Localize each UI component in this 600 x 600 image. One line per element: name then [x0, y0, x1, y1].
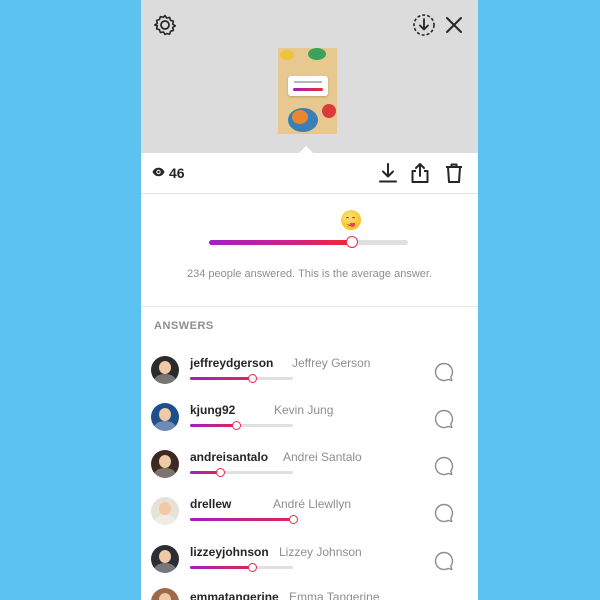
answer-summary-text: 234 people answered. This is the average…: [186, 268, 432, 280]
thumb-decoration: [308, 48, 326, 60]
eye-icon: [152, 167, 165, 177]
full-name: Jeffrey Gerson: [292, 356, 371, 370]
average-slider-fill: [209, 240, 353, 245]
stats-bar: 46: [141, 153, 478, 194]
answer-slider-track: [190, 421, 293, 430]
trash-icon: [446, 163, 462, 183]
slider-summary: 234 people answered. This is the average…: [141, 194, 478, 307]
average-slider-track: [209, 236, 408, 248]
answer-slider-knob: [247, 374, 257, 383]
message-bubble-icon: [434, 551, 454, 571]
reply-button[interactable]: [433, 361, 455, 383]
answer-row[interactable]: emmatangerine Emma Tangerine: [141, 588, 478, 600]
full-name: André Llewllyn: [273, 497, 352, 511]
full-name: Lizzey Johnson: [279, 545, 362, 559]
answer-slider-track: [190, 515, 298, 524]
answer-slider-track: [190, 374, 293, 383]
answer-row[interactable]: kjung92 Kevin Jung: [141, 400, 478, 446]
story-thumbnail[interactable]: [278, 48, 337, 134]
answer-slider-fill: [190, 518, 293, 521]
answer-slider-knob: [289, 515, 298, 524]
thumb-decoration: [280, 50, 294, 60]
thumb-sticker-bar: [293, 88, 323, 91]
message-bubble-icon: [434, 409, 454, 429]
delete-button[interactable]: [443, 162, 465, 184]
view-count[interactable]: 46: [169, 165, 185, 181]
username[interactable]: kjung92: [190, 403, 235, 417]
story-preview-area: [141, 0, 478, 154]
average-slider-knob: [346, 236, 359, 248]
thumb-sticker-text: [294, 81, 322, 83]
answer-slider-knob: [232, 421, 242, 430]
avatar[interactable]: [151, 356, 179, 384]
answer-row[interactable]: andreisantalo Andrei Santalo: [141, 447, 478, 493]
full-name: Andrei Santalo: [283, 450, 362, 464]
answer-slider-fill: [190, 566, 252, 569]
full-name: Kevin Jung: [274, 403, 334, 417]
answer-slider-fill: [190, 377, 252, 380]
download-story-button[interactable]: [412, 13, 436, 37]
answer-slider-knob: [215, 468, 225, 477]
thumb-slider-sticker: [288, 76, 328, 96]
answer-row[interactable]: drellew André Llewllyn: [141, 494, 478, 540]
download-icon: [379, 163, 397, 183]
reply-button[interactable]: [433, 455, 455, 477]
message-bubble-icon: [434, 456, 454, 476]
answers-header: ANSWERS: [154, 320, 214, 332]
settings-button[interactable]: [153, 13, 177, 37]
answer-row[interactable]: jeffreydgerson Jeffrey Gerson: [141, 353, 478, 399]
save-button[interactable]: [377, 162, 399, 184]
username[interactable]: emmatangerine: [190, 590, 279, 600]
full-name: Emma Tangerine: [289, 590, 380, 600]
face-savoring-icon: [341, 210, 361, 230]
avatar[interactable]: [151, 545, 179, 573]
share-button[interactable]: [409, 162, 431, 184]
gear-icon: [153, 14, 177, 36]
answer-slider-knob: [247, 563, 257, 572]
username[interactable]: jeffreydgerson: [190, 356, 273, 370]
answer-slider-fill: [190, 424, 237, 427]
story-insights-panel: 46 234 people answered. This is the aver…: [141, 0, 478, 600]
close-button[interactable]: [443, 14, 465, 36]
avatar[interactable]: [151, 588, 179, 600]
avatar[interactable]: [151, 497, 179, 525]
thumb-decoration: [322, 104, 336, 118]
close-icon: [446, 17, 462, 33]
username[interactable]: drellew: [190, 497, 231, 511]
thumb-decoration: [292, 110, 308, 124]
reply-button[interactable]: [433, 408, 455, 430]
username[interactable]: andreisantalo: [190, 450, 268, 464]
reply-button[interactable]: [433, 502, 455, 524]
username[interactable]: lizzeyjohnson: [190, 545, 269, 559]
share-icon: [411, 163, 429, 183]
message-bubble-icon: [434, 362, 454, 382]
answer-slider-track: [190, 468, 293, 477]
download-circle-icon: [413, 14, 435, 36]
answer-row[interactable]: lizzeyjohnson Lizzey Johnson: [141, 542, 478, 588]
avatar[interactable]: [151, 450, 179, 478]
avatar[interactable]: [151, 403, 179, 431]
reply-button[interactable]: [433, 550, 455, 572]
answer-slider-track: [190, 563, 293, 572]
message-bubble-icon: [434, 503, 454, 523]
